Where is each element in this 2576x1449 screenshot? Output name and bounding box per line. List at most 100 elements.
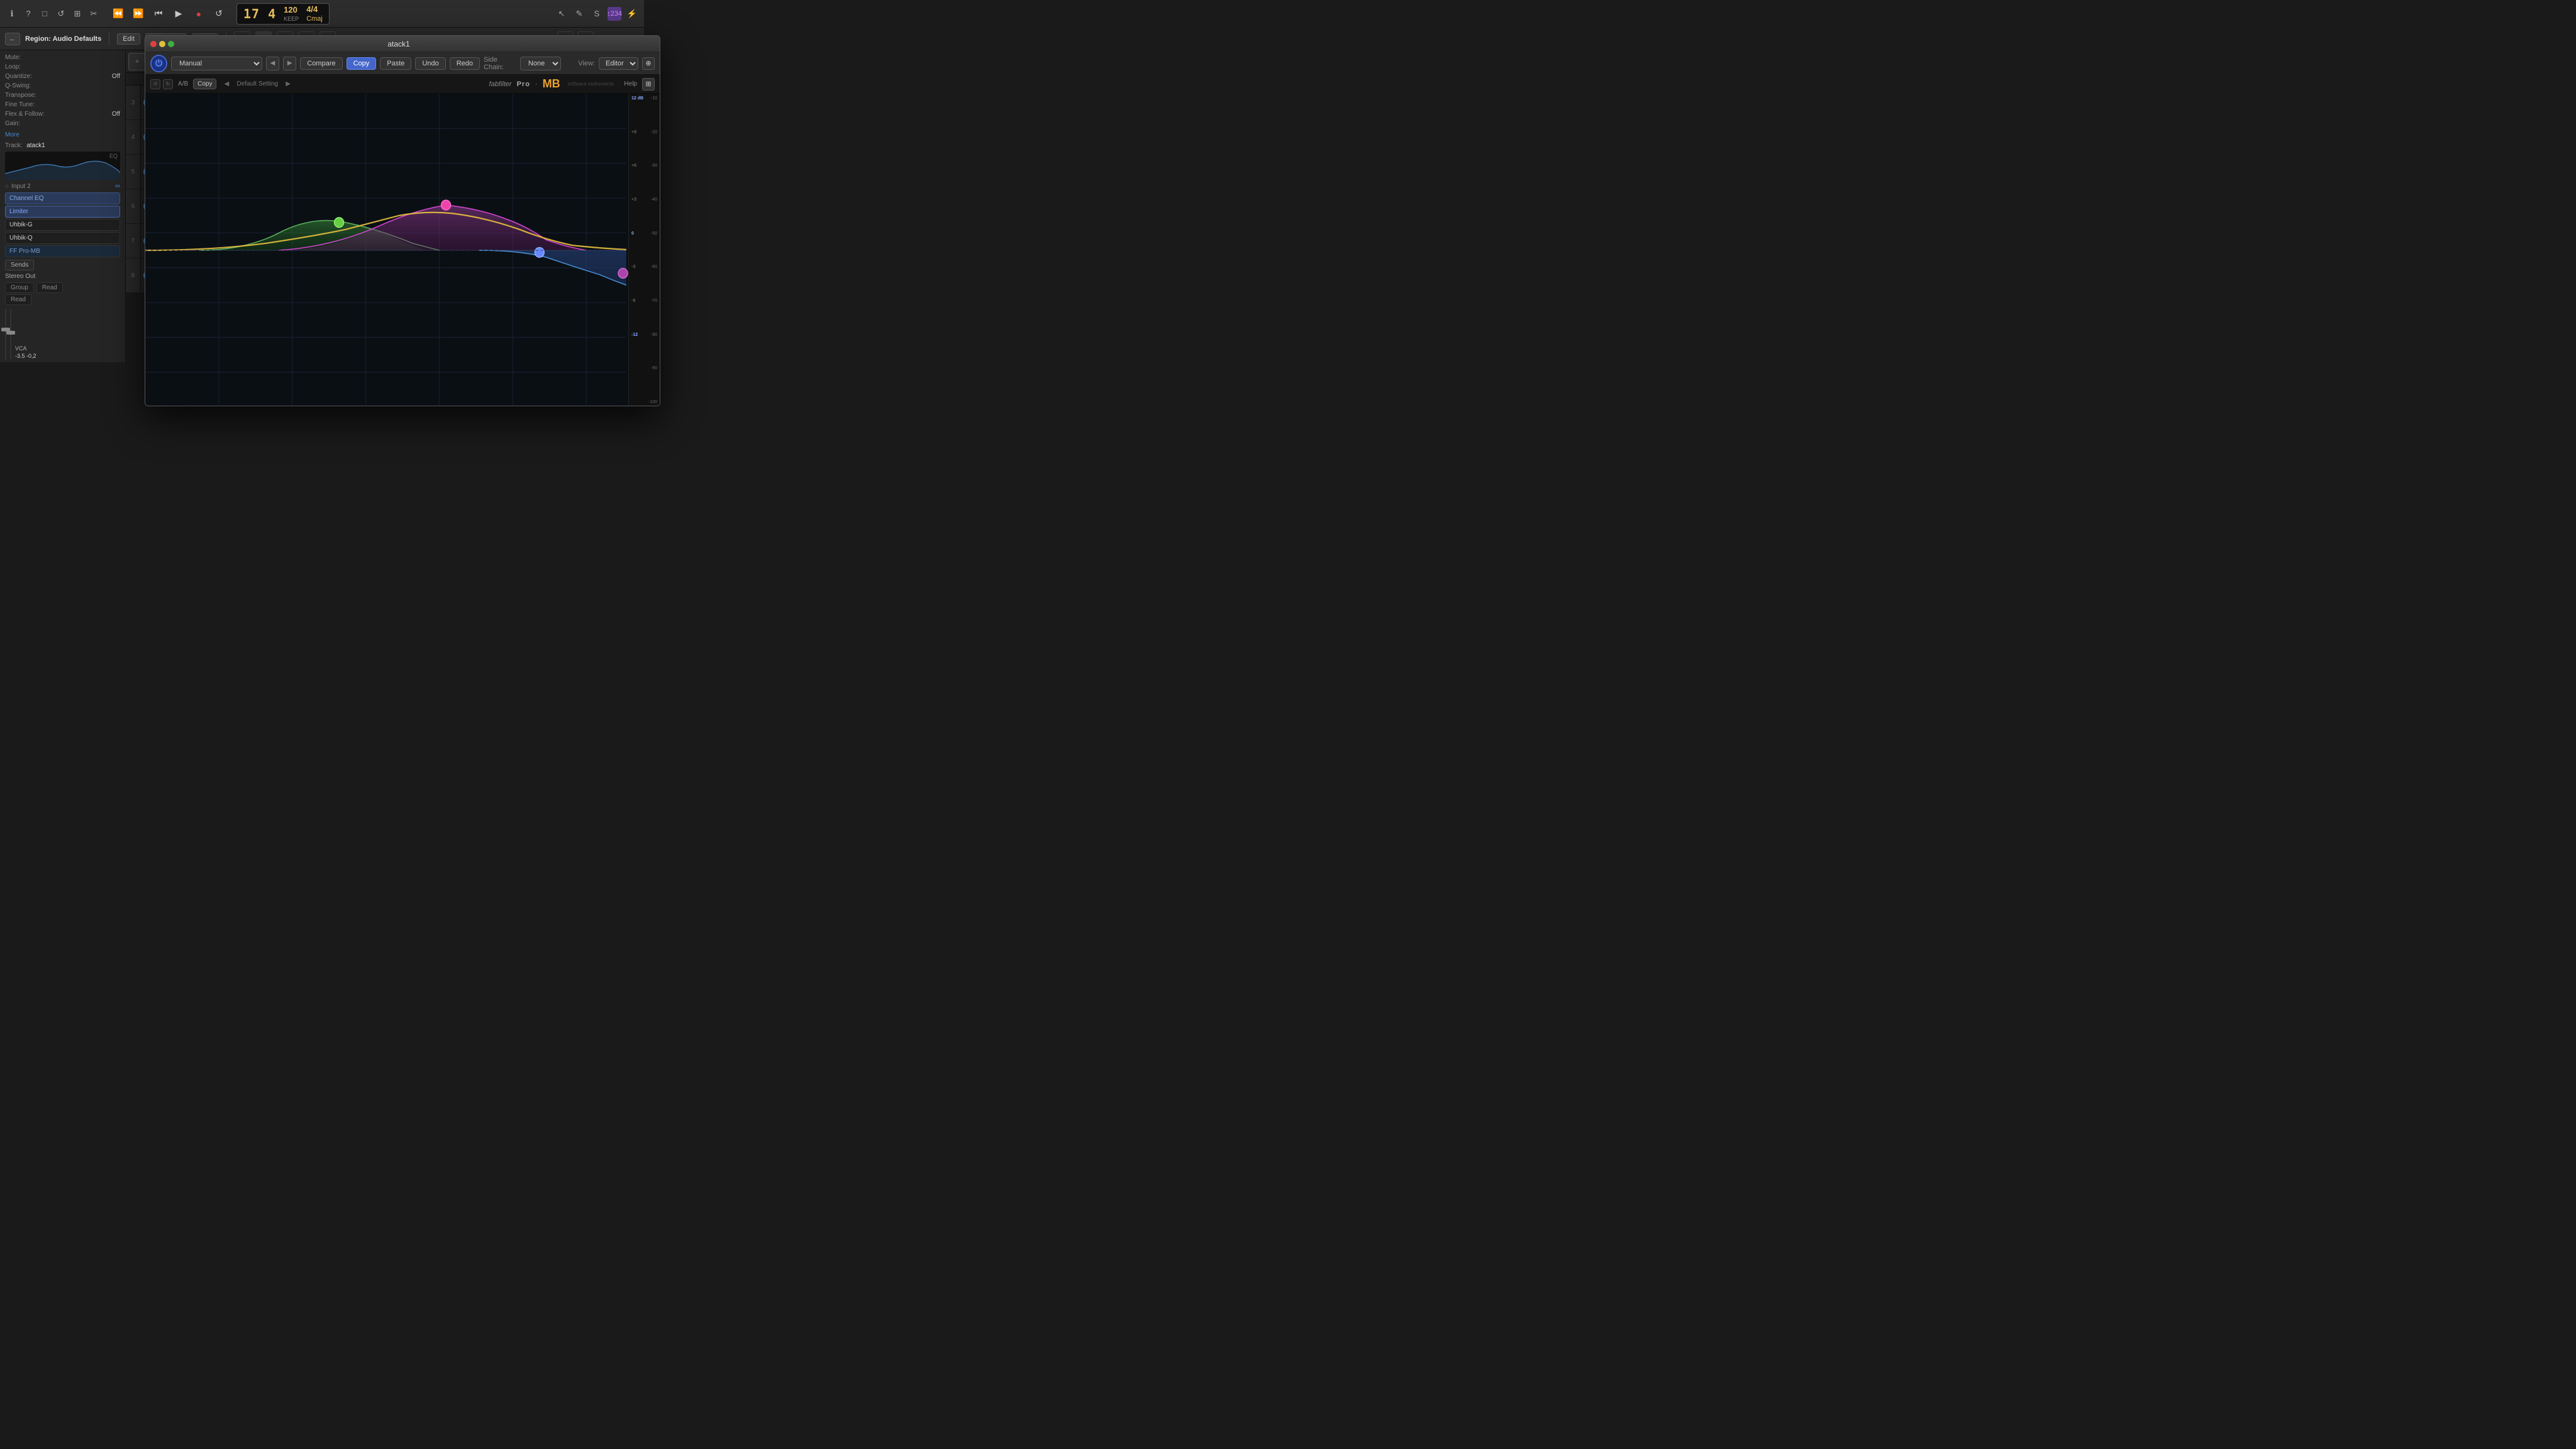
scale-zero: 0 (631, 231, 634, 236)
settings-icon[interactable]: ⚡ (625, 7, 639, 21)
gain-row: Gain: (5, 119, 120, 128)
view-selector[interactable]: Editor (599, 57, 638, 70)
time-sig-value[interactable]: 4/4 (306, 4, 323, 14)
left-panel: Mute: Loop: Quantize: Off Q-Swing: Trans… (0, 50, 126, 362)
scale-plus3: +3 (631, 197, 636, 202)
read-button[interactable]: Read (36, 282, 63, 293)
quantize-value[interactable]: Off (112, 73, 120, 80)
play-button[interactable]: ▶ (170, 5, 187, 23)
maximize-window-button[interactable] (168, 41, 174, 47)
scale-neg80: -80 (651, 333, 657, 337)
db-minus100: -100 (631, 400, 657, 404)
sends-button[interactable]: Sends (5, 260, 34, 270)
region-properties: Mute: Loop: Quantize: Off Q-Swing: Trans… (0, 50, 125, 141)
scale-minus12: -12 (631, 333, 638, 337)
plugin-window-title: atack1 (178, 40, 619, 48)
scale-12db: 12 dB (631, 96, 643, 101)
scale-plus9: +9 (631, 130, 636, 135)
right-arrow-btn[interactable]: ▶ (283, 79, 293, 89)
read-button-2[interactable]: Read (5, 294, 31, 305)
info-icon[interactable]: ℹ (5, 7, 19, 21)
input-row: ○ Input 2 ∞ (0, 181, 125, 191)
copy-button[interactable]: Copy (347, 57, 377, 70)
file-icon[interactable]: □ (38, 7, 52, 21)
preset-next-button[interactable]: ▶ (283, 57, 296, 70)
plugin-titlebar: atack1 (145, 36, 660, 52)
eq-display-mini: EQ (5, 152, 120, 180)
group-button[interactable]: Group (5, 282, 34, 293)
preset-prev-button[interactable]: ◀ (266, 57, 279, 70)
gain-label: Gain: (5, 120, 20, 127)
track-section-label: Track: atack1 (0, 141, 125, 150)
redo-button[interactable]: Redo (450, 57, 480, 70)
rewind-button[interactable]: ⏪ (109, 5, 127, 23)
record-button[interactable]: ● (190, 5, 208, 23)
plugin-list: Channel EQ Limiter Uhbik-G Uhbik-Q FF Pr… (5, 192, 120, 257)
key-value[interactable]: Cmaj (306, 15, 323, 23)
minimize-window-button[interactable] (159, 41, 165, 47)
db-minus90: -90 (631, 366, 657, 370)
flex-value[interactable]: Off (112, 111, 120, 118)
track-number-8: 8 (126, 258, 141, 292)
default-setting-label: Default Setting (236, 80, 278, 87)
help-label[interactable]: Help (624, 80, 637, 87)
scale-neg60: -60 (651, 265, 657, 269)
close-window-button[interactable] (150, 41, 157, 47)
to-start-button[interactable]: ⏮ (150, 5, 167, 23)
transpose-label: Transpose: (5, 92, 36, 99)
plugin-power-button[interactable]: ⏻ (150, 55, 167, 72)
channel-eq-plugin[interactable]: Channel EQ (5, 192, 120, 204)
track-number-7: 7 (126, 224, 141, 258)
window-controls (150, 41, 174, 47)
help-icon[interactable]: ? (21, 7, 35, 21)
more-button[interactable]: More (5, 131, 19, 138)
eq-display[interactable]: 12 dB -10 +9 -20 +6 -30 +3 -40 0 -50 -3 … (145, 94, 660, 406)
sidechain-area: Side Chain: None (484, 56, 561, 71)
ff-promib-plugin[interactable]: FF Pro-MB (5, 245, 120, 257)
track-number-3: 3 (126, 86, 141, 119)
inner-copy-button[interactable]: Copy (193, 79, 216, 89)
db-plus6: +6 -30 (631, 164, 657, 168)
right-fader-handle[interactable] (6, 331, 15, 335)
uhbik-q-plugin[interactable]: Uhbik-Q (5, 232, 120, 244)
uhbik-g-plugin[interactable]: Uhbik-G (5, 219, 120, 231)
scale-neg10: -10 (651, 96, 657, 101)
qswing-row: Q-Swing: (5, 81, 120, 91)
compare-button[interactable]: Compare (300, 57, 342, 70)
pointer-tool[interactable]: ↖ (555, 7, 569, 21)
cycle-button[interactable]: ↺ (210, 5, 228, 23)
promib-header: ↺ ↻ A/B Copy ◀ Default Setting ▶ fabfilt… (145, 75, 660, 94)
loop-icon[interactable]: ↺ (54, 7, 68, 21)
view-link-btn[interactable]: ⊕ (642, 57, 655, 70)
right-fader-track (10, 309, 11, 359)
sidechain-selector[interactable]: None (520, 57, 561, 70)
db-minus12: -12 -80 (631, 333, 657, 337)
loop-row: Loop: (5, 62, 120, 72)
sidechain-label: Side Chain: (484, 56, 516, 71)
software-label: software instruments (568, 81, 614, 87)
save-icon[interactable]: S (590, 7, 604, 21)
undo-button[interactable]: Undo (415, 57, 445, 70)
left-arrow-btn[interactable]: ◀ (221, 79, 231, 89)
paste-button[interactable]: Paste (380, 57, 411, 70)
cut-icon[interactable]: ✂ (87, 7, 101, 21)
plugin-controls-toolbar: ⏻ Manual ◀ ▶ Compare Copy Paste Undo Red… (145, 52, 660, 75)
undo-icon-btn[interactable]: ↺ (150, 79, 160, 89)
nav-arrow-left[interactable]: ← (5, 33, 20, 45)
limiter-plugin[interactable]: Limiter (5, 206, 120, 218)
fullscreen-btn[interactable]: ⊞ (642, 78, 655, 91)
right-transport: ↖ ✎ S ↕234 ⚡ (555, 7, 639, 21)
counter-display[interactable]: ↕234 (608, 7, 621, 21)
pro-label: Pro (517, 80, 530, 88)
pencil-tool[interactable]: ✎ (572, 7, 586, 21)
mix-icon[interactable]: ⊞ (70, 7, 84, 21)
bpm-value[interactable]: 120 (284, 5, 299, 14)
fast-forward-button[interactable]: ⏩ (130, 5, 147, 23)
mb-label: MB (543, 77, 560, 91)
position-counter: 17 4 (243, 6, 276, 21)
ab-button[interactable]: A/B (178, 80, 188, 87)
preset-selector[interactable]: Manual (171, 57, 262, 70)
redo-icon-btn[interactable]: ↻ (163, 79, 173, 89)
edit-menu[interactable]: Edit (117, 33, 140, 45)
add-track-button[interactable]: + (128, 53, 146, 70)
